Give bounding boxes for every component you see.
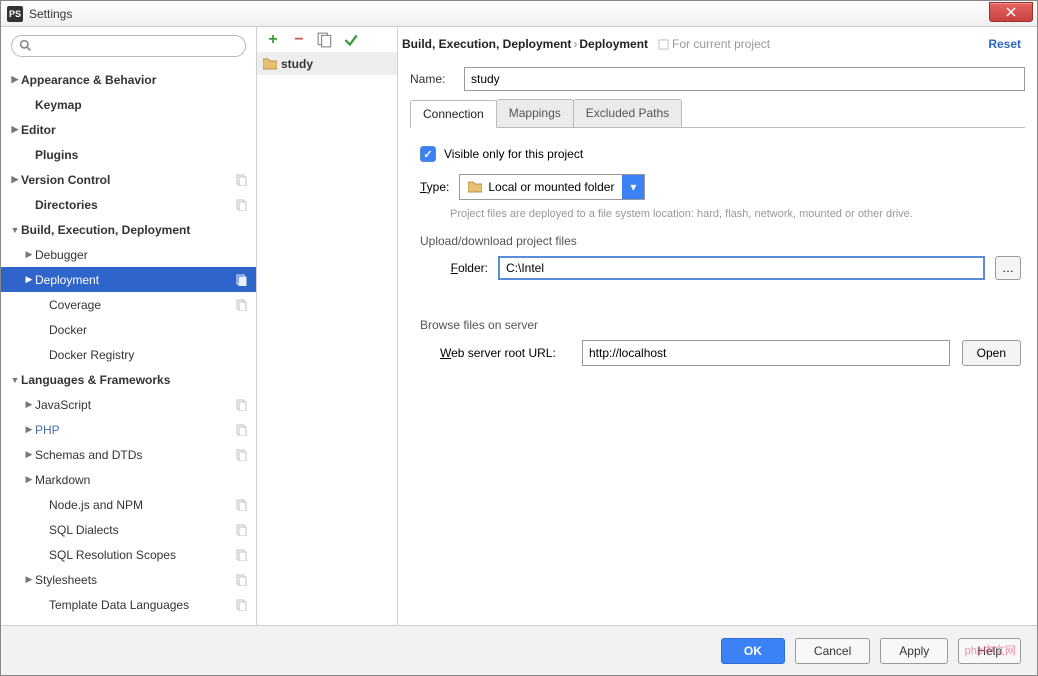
open-button[interactable]: Open xyxy=(962,340,1021,366)
breadcrumb-header: Build, Execution, Deployment›Deployment … xyxy=(398,27,1037,57)
folder-row: Folder: … xyxy=(440,256,1021,280)
app-icon: PS xyxy=(7,6,23,22)
connection-tab-body: ✓ Visible only for this project Type: Lo… xyxy=(410,128,1025,366)
chevron-down-icon: ▾ xyxy=(622,175,644,199)
for-project-badge: For current project xyxy=(658,37,770,51)
tree-item-debugger[interactable]: ▶Debugger xyxy=(1,242,256,267)
ok-button[interactable]: OK xyxy=(721,638,785,664)
cancel-button[interactable]: Cancel xyxy=(795,638,870,664)
settings-tree[interactable]: ▶Appearance & BehaviorKeymap▶EditorPlugi… xyxy=(1,65,256,625)
project-icon xyxy=(658,39,669,50)
tree-item-docker-registry[interactable]: Docker Registry xyxy=(1,342,256,367)
apply-button[interactable]: Apply xyxy=(880,638,948,664)
folder-label: Folder: xyxy=(440,261,488,275)
type-row: Type: Local or mounted folder ▾ xyxy=(420,174,1021,200)
tree-item-php[interactable]: ▶PHP xyxy=(1,417,256,442)
tree-item-markdown[interactable]: ▶Markdown xyxy=(1,467,256,492)
tree-item-node-js-and-npm[interactable]: Node.js and NPM xyxy=(1,492,256,517)
copy-button[interactable] xyxy=(317,32,333,48)
url-row: Web server root URL: Open xyxy=(440,340,1021,366)
name-label: Name: xyxy=(410,72,464,86)
breadcrumb: Build, Execution, Deployment›Deployment xyxy=(402,37,648,51)
tree-item-docker[interactable]: Docker xyxy=(1,317,256,342)
deployment-list[interactable]: study xyxy=(257,53,397,625)
copy-icon xyxy=(317,32,333,48)
add-button[interactable]: + xyxy=(265,32,281,48)
tree-item-schemas-and-dtds[interactable]: ▶Schemas and DTDs xyxy=(1,442,256,467)
browse-folder-button[interactable]: … xyxy=(995,256,1021,280)
browse-section-label: Browse files on server xyxy=(420,318,1021,332)
form-area: Name: ConnectionMappingsExcluded Paths ✓… xyxy=(398,57,1037,366)
tree-item-build-execution-deployment[interactable]: ▼Build, Execution, Deployment xyxy=(1,217,256,242)
close-button[interactable] xyxy=(989,2,1033,22)
url-label: Web server root URL: xyxy=(440,346,570,360)
tree-item-sql-dialects[interactable]: SQL Dialects xyxy=(1,517,256,542)
check-icon xyxy=(343,32,359,48)
tree-item-appearance-behavior[interactable]: ▶Appearance & Behavior xyxy=(1,67,256,92)
folder-input[interactable] xyxy=(498,256,985,280)
tree-item-languages-frameworks[interactable]: ▼Languages & Frameworks xyxy=(1,367,256,392)
tree-item-plugins[interactable]: Plugins xyxy=(1,142,256,167)
main-area: ▶Appearance & BehaviorKeymap▶EditorPlugi… xyxy=(1,27,1037,625)
tree-item-template-data-languages[interactable]: Template Data Languages xyxy=(1,592,256,617)
tab-excluded-paths[interactable]: Excluded Paths xyxy=(573,99,682,127)
search-wrap xyxy=(1,27,256,65)
search-input[interactable] xyxy=(11,35,246,57)
reset-link[interactable]: Reset xyxy=(988,37,1021,51)
titlebar: PS Settings xyxy=(1,1,1037,27)
type-combo[interactable]: Local or mounted folder ▾ xyxy=(459,174,645,200)
tree-item-javascript[interactable]: ▶JavaScript xyxy=(1,392,256,417)
visible-only-label: Visible only for this project xyxy=(444,147,583,161)
search-icon xyxy=(19,39,32,52)
dialog-footer: OK Cancel Apply Help php中文网 xyxy=(1,625,1037,675)
tree-item-deployment[interactable]: ▶Deployment xyxy=(1,267,256,292)
close-icon xyxy=(1006,7,1016,17)
help-button[interactable]: Help xyxy=(958,638,1021,664)
tab-mappings[interactable]: Mappings xyxy=(496,99,574,127)
content-panel: Build, Execution, Deployment›Deployment … xyxy=(398,27,1037,625)
tabs: ConnectionMappingsExcluded Paths xyxy=(410,99,1025,128)
deployment-toolbar: + − xyxy=(257,27,397,53)
deployment-item[interactable]: study xyxy=(257,53,397,75)
upload-section-label: Upload/download project files xyxy=(420,234,1021,248)
url-input[interactable] xyxy=(582,340,950,366)
window-title: Settings xyxy=(29,7,989,21)
type-label: Type: xyxy=(420,180,449,194)
type-hint: Project files are deployed to a file sys… xyxy=(450,208,1021,220)
tab-connection[interactable]: Connection xyxy=(410,100,497,128)
folder-icon xyxy=(468,181,482,193)
name-input[interactable] xyxy=(464,67,1025,91)
tree-item-sql-resolution-scopes[interactable]: SQL Resolution Scopes xyxy=(1,542,256,567)
remove-button[interactable]: − xyxy=(291,32,307,48)
deployment-list-panel: + − study xyxy=(257,27,398,625)
visible-only-checkbox[interactable]: ✓ xyxy=(420,146,436,162)
tree-item-stylesheets[interactable]: ▶Stylesheets xyxy=(1,567,256,592)
tree-item-coverage[interactable]: Coverage xyxy=(1,292,256,317)
tree-item-version-control[interactable]: ▶Version Control xyxy=(1,167,256,192)
tree-item-editor[interactable]: ▶Editor xyxy=(1,117,256,142)
tree-item-keymap[interactable]: Keymap xyxy=(1,92,256,117)
name-row: Name: xyxy=(410,67,1025,91)
default-button[interactable] xyxy=(343,32,359,48)
visible-only-row: ✓ Visible only for this project xyxy=(420,146,1021,162)
sidebar: ▶Appearance & BehaviorKeymap▶EditorPlugi… xyxy=(1,27,257,625)
tree-item-directories[interactable]: Directories xyxy=(1,192,256,217)
